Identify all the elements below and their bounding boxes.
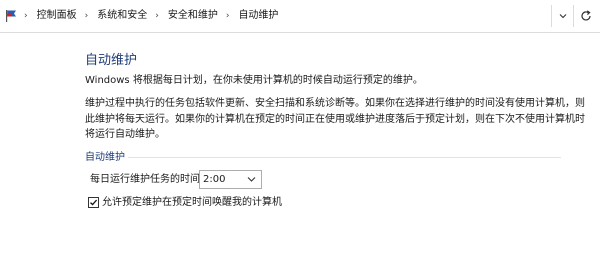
description-text: 维护过程中执行的任务包括软件更新、安全扫描和系统诊断等。如果你在选择进行维护的时… bbox=[85, 98, 585, 140]
daily-time-label: 每日运行维护任务的时间 bbox=[90, 174, 200, 185]
breadcrumb-control-panel[interactable]: 控制面板 bbox=[37, 10, 77, 21]
address-bar[interactable]: › 控制面板 › 系统和安全 › 安全和维护 › 自动维护 bbox=[0, 0, 600, 33]
section-divider bbox=[128, 157, 561, 158]
wake-computer-label[interactable]: 允许预定维护在预定时间唤醒我的计算机 bbox=[102, 196, 282, 210]
daily-time-value: 2:00 bbox=[203, 174, 226, 185]
breadcrumb-automatic-maintenance[interactable]: 自动维护 bbox=[238, 10, 278, 21]
refresh-icon[interactable] bbox=[579, 9, 593, 23]
address-divider bbox=[551, 5, 552, 27]
breadcrumb-security-maintenance[interactable]: 安全和维护 bbox=[168, 10, 218, 21]
page-title: 自动维护 bbox=[85, 53, 138, 68]
checkmark-icon bbox=[90, 199, 98, 206]
breadcrumb: › 控制面板 › 系统和安全 › 安全和维护 › 自动维护 bbox=[24, 9, 278, 23]
breadcrumb-chevron-icon[interactable]: › bbox=[85, 11, 89, 21]
wake-computer-checkbox[interactable] bbox=[88, 197, 99, 208]
breadcrumb-chevron-icon[interactable]: › bbox=[24, 11, 28, 21]
breadcrumb-system-security[interactable]: 系统和安全 bbox=[97, 10, 147, 21]
intro-text: Windows 将根据每日计划，在你未使用计算机的时候自动运行预定的维护。 bbox=[85, 75, 423, 86]
section-title: 自动维护 bbox=[85, 152, 125, 163]
chevron-down-icon bbox=[247, 177, 256, 182]
breadcrumb-chevron-icon[interactable]: › bbox=[155, 11, 159, 21]
address-divider bbox=[573, 5, 574, 27]
breadcrumb-chevron-icon[interactable]: › bbox=[226, 11, 230, 21]
chevron-down-icon[interactable] bbox=[557, 10, 569, 22]
daily-time-select[interactable]: 2:00 bbox=[199, 170, 262, 189]
control-panel-flag-icon bbox=[6, 10, 16, 22]
